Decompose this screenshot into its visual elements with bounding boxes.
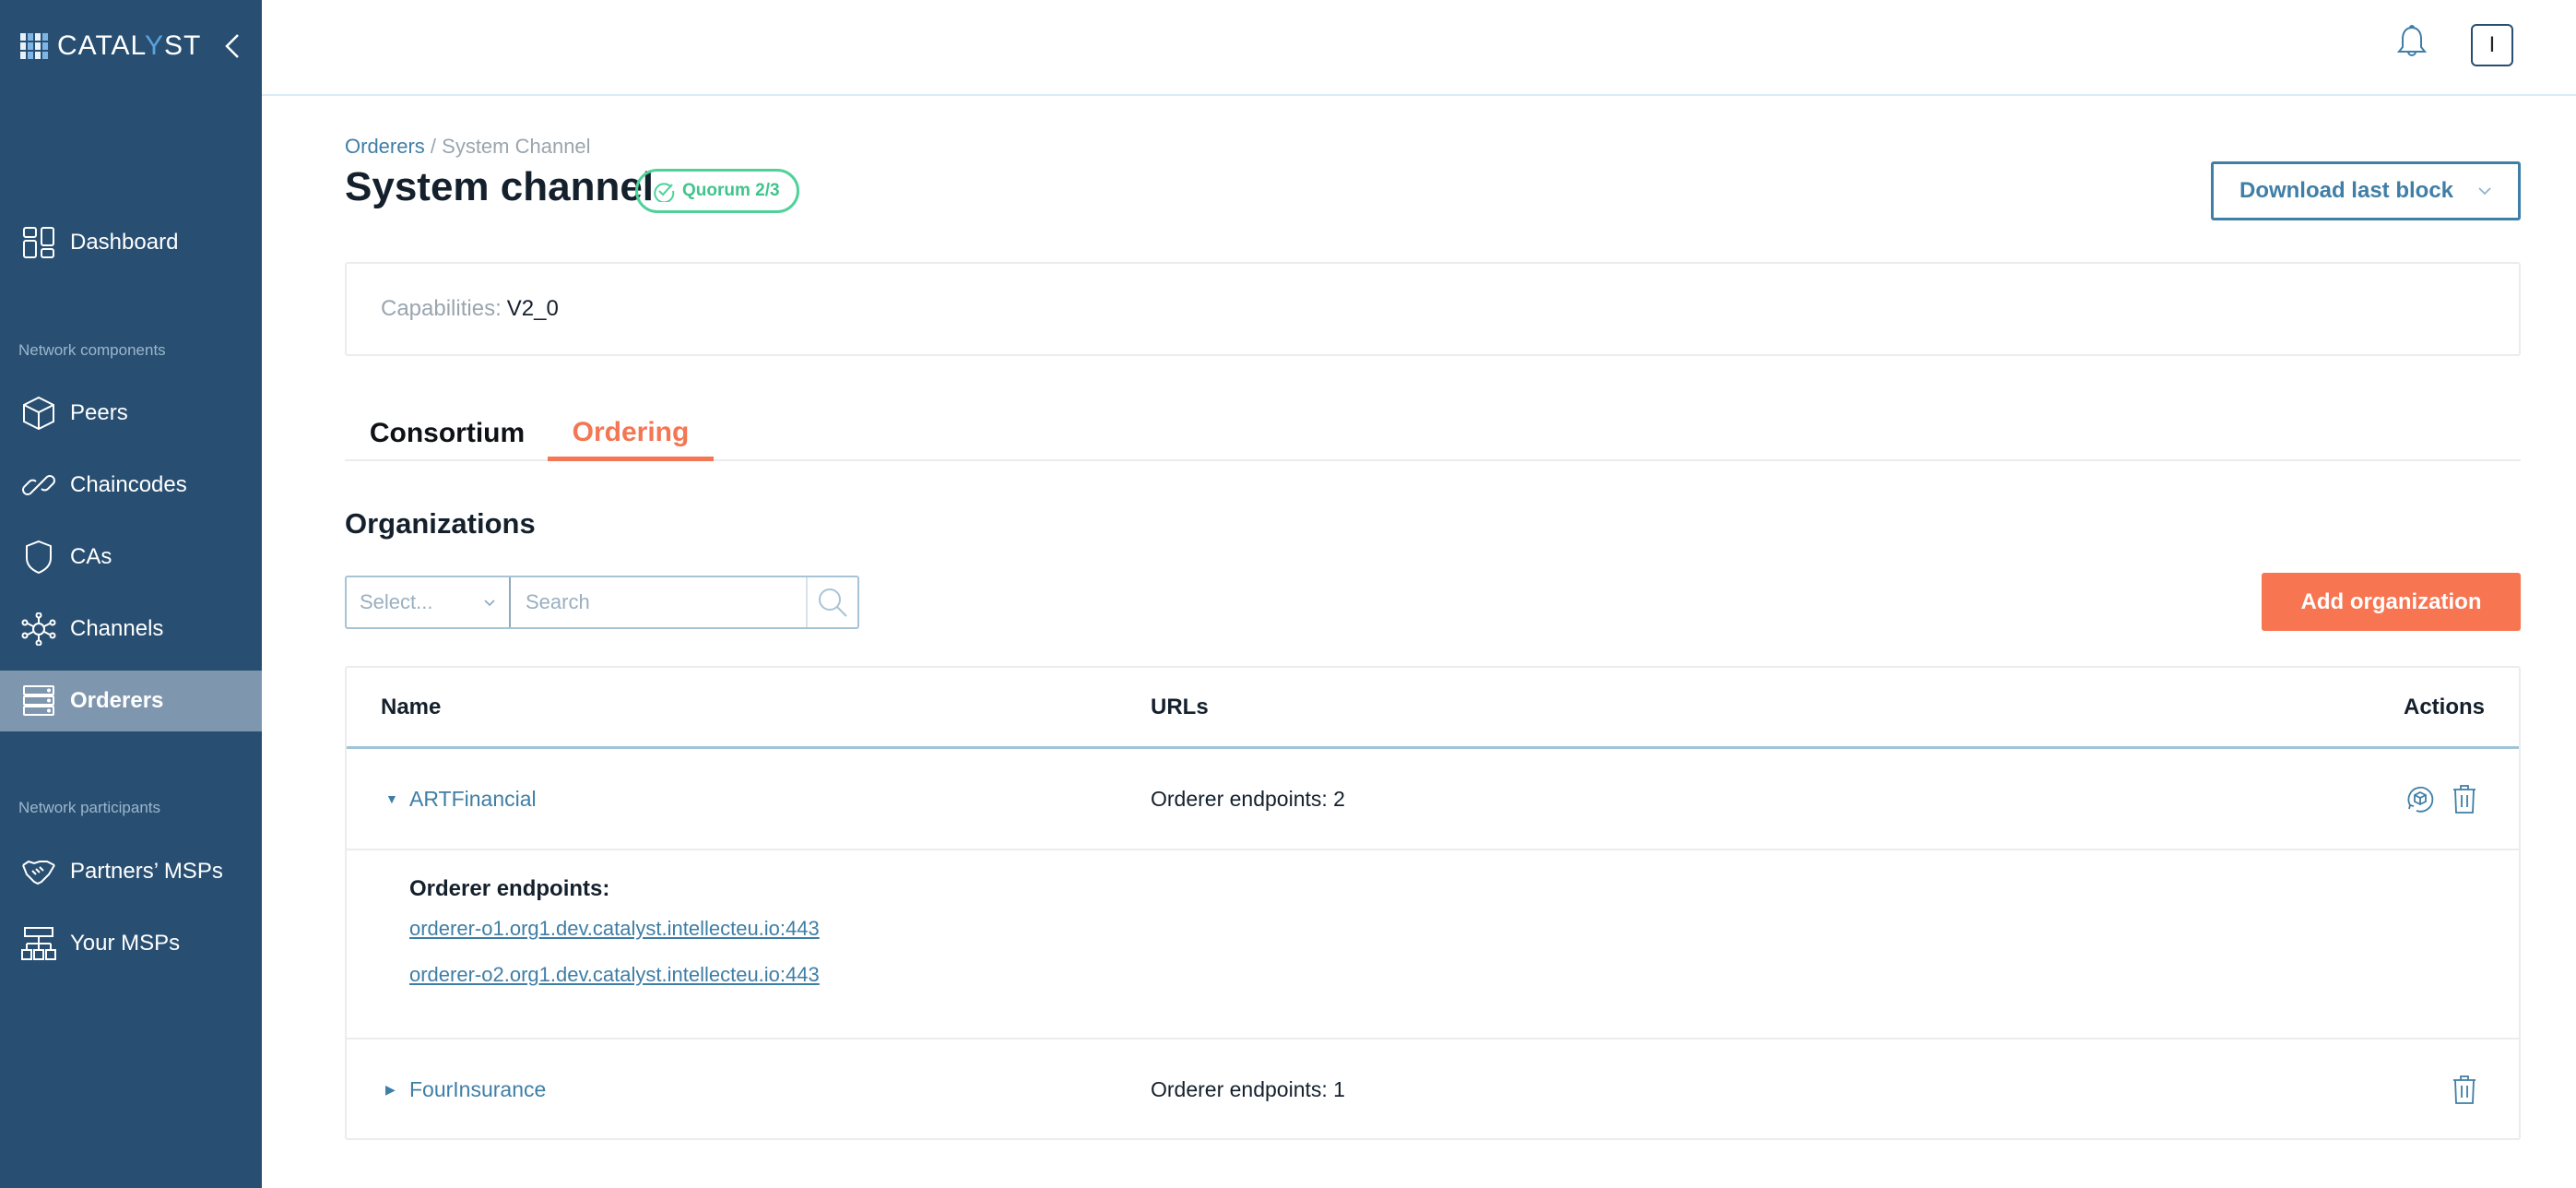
shield-icon: [20, 539, 57, 576]
column-header-urls: URLs: [1151, 695, 1209, 719]
dashboard-icon: [20, 224, 57, 261]
sidebar-item-chaincodes[interactable]: Chaincodes: [0, 455, 262, 516]
delete-button[interactable]: [2449, 783, 2480, 814]
tab-consortium[interactable]: Consortium: [345, 406, 549, 461]
top-bar: [262, 0, 2576, 96]
section-network-components: Network components: [18, 341, 166, 359]
notifications-button[interactable]: [2393, 24, 2430, 61]
sidebar-item-label: Your MSPs: [70, 931, 181, 956]
sidebar-item-your-msps[interactable]: Your MSPs: [0, 913, 262, 974]
org-name[interactable]: ARTFinancial: [409, 787, 537, 812]
chevron-left-icon: [225, 34, 239, 58]
table-header: Name URLs Actions: [347, 668, 2519, 749]
server-icon: [20, 683, 57, 719]
handshake-icon: [20, 853, 57, 890]
link-icon: [20, 467, 57, 504]
caret-right-icon: ▶: [385, 1081, 396, 1097]
sidebar-item-peers[interactable]: Peers: [0, 383, 262, 444]
sidebar-item-label: Dashboard: [70, 230, 179, 255]
check-circle-icon: [654, 183, 675, 202]
expanded-row-details: Orderer endpoints: orderer-o1.org1.dev.c…: [347, 850, 2519, 1040]
collapse-sidebar-button[interactable]: [221, 30, 243, 63]
update-button[interactable]: [2405, 783, 2436, 814]
bell-icon: [2396, 25, 2428, 56]
search-icon: [819, 588, 847, 617]
column-header-name[interactable]: Name: [381, 668, 441, 747]
endpoint-link[interactable]: orderer-o1.org1.dev.catalyst.intellecteu…: [409, 917, 820, 941]
breadcrumb-current: System Channel: [442, 135, 591, 158]
cube-icon: [20, 395, 57, 432]
filter-select-placeholder: Select...: [360, 590, 433, 613]
cube-refresh-icon: [2407, 786, 2434, 813]
org-chart-icon: [20, 925, 57, 962]
table-row: ▶ FourInsurance Orderer endpoints: 1: [347, 1040, 2519, 1139]
trash-icon: [2453, 1075, 2476, 1104]
sidebar-item-orderers[interactable]: Orderers: [0, 671, 262, 731]
sidebar-item-cas[interactable]: CAs: [0, 527, 262, 588]
sidebar-item-partners-msps[interactable]: Partners’ MSPs: [0, 841, 262, 902]
table-row: ▼ ARTFinancial Orderer endpoints: 2: [347, 749, 2519, 850]
quorum-label: Quorum 2/3: [682, 181, 780, 200]
sidebar: CATALYST Dashboard Network components Pe…: [0, 0, 262, 1188]
add-organization-button[interactable]: Add organization: [2262, 573, 2521, 631]
logo-text: CATALYST: [57, 30, 202, 61]
search-button[interactable]: [806, 577, 857, 627]
chevron-down-icon: [2478, 187, 2491, 196]
capabilities-label: Capabilities:: [381, 296, 502, 321]
endpoints-title: Orderer endpoints:: [409, 876, 610, 901]
page-title: System channel: [345, 164, 655, 209]
sidebar-item-label: CAs: [70, 544, 112, 569]
breadcrumb-separator: /: [424, 135, 443, 158]
caret-down-icon: ▼: [385, 791, 398, 806]
channel-tabs: Consortium Ordering: [345, 406, 2521, 461]
user-avatar-button[interactable]: I: [2471, 24, 2513, 66]
org-urls: Orderer endpoints: 1: [1151, 1076, 1345, 1101]
download-last-block-label: Download last block: [2239, 178, 2454, 203]
trash-icon: [2453, 785, 2476, 814]
delete-button[interactable]: [2449, 1074, 2480, 1105]
section-network-participants: Network participants: [18, 799, 161, 816]
org-urls: Orderer endpoints: 2: [1151, 786, 1345, 811]
sidebar-item-label: Peers: [70, 400, 128, 425]
org-name-toggle[interactable]: ▶ FourInsurance: [385, 1040, 546, 1139]
quorum-status-badge: Quorum 2/3: [635, 169, 799, 213]
chevron-down-icon: [484, 599, 495, 606]
organizations-filter: Select...: [345, 576, 859, 629]
column-header-actions: Actions: [2403, 695, 2485, 719]
organizations-heading: Organizations: [345, 507, 536, 540]
sidebar-item-dashboard[interactable]: Dashboard: [0, 212, 262, 273]
logo-cube-icon: [20, 33, 48, 59]
sidebar-item-label: Partners’ MSPs: [70, 859, 223, 884]
capabilities-card: Capabilities: V2_0: [345, 262, 2521, 356]
tab-ordering[interactable]: Ordering: [548, 406, 714, 461]
org-name[interactable]: FourInsurance: [409, 1077, 546, 1102]
row-actions: [2449, 1040, 2480, 1139]
endpoint-link[interactable]: orderer-o2.org1.dev.catalyst.intellecteu…: [409, 963, 820, 987]
breadcrumb-orderers-link[interactable]: Orderers: [345, 135, 425, 158]
sidebar-item-label: Channels: [70, 616, 164, 641]
catalyst-logo[interactable]: CATALYST: [20, 28, 201, 65]
row-actions: [2405, 749, 2480, 849]
sidebar-item-channels[interactable]: Channels: [0, 599, 262, 659]
breadcrumb: Orderers / System Channel: [345, 135, 591, 159]
network-icon: [20, 611, 57, 647]
capabilities-value: V2_0: [506, 296, 559, 321]
download-last-block-button[interactable]: Download last block: [2211, 161, 2521, 220]
sidebar-item-label: Orderers: [70, 688, 164, 713]
organizations-table: Name URLs Actions ▼ ARTFinancial Orderer…: [345, 666, 2521, 1140]
search-input[interactable]: [511, 577, 806, 627]
sidebar-item-label: Chaincodes: [70, 472, 187, 497]
org-name-toggle[interactable]: ▼ ARTFinancial: [385, 749, 537, 849]
filter-select[interactable]: Select...: [347, 577, 511, 627]
